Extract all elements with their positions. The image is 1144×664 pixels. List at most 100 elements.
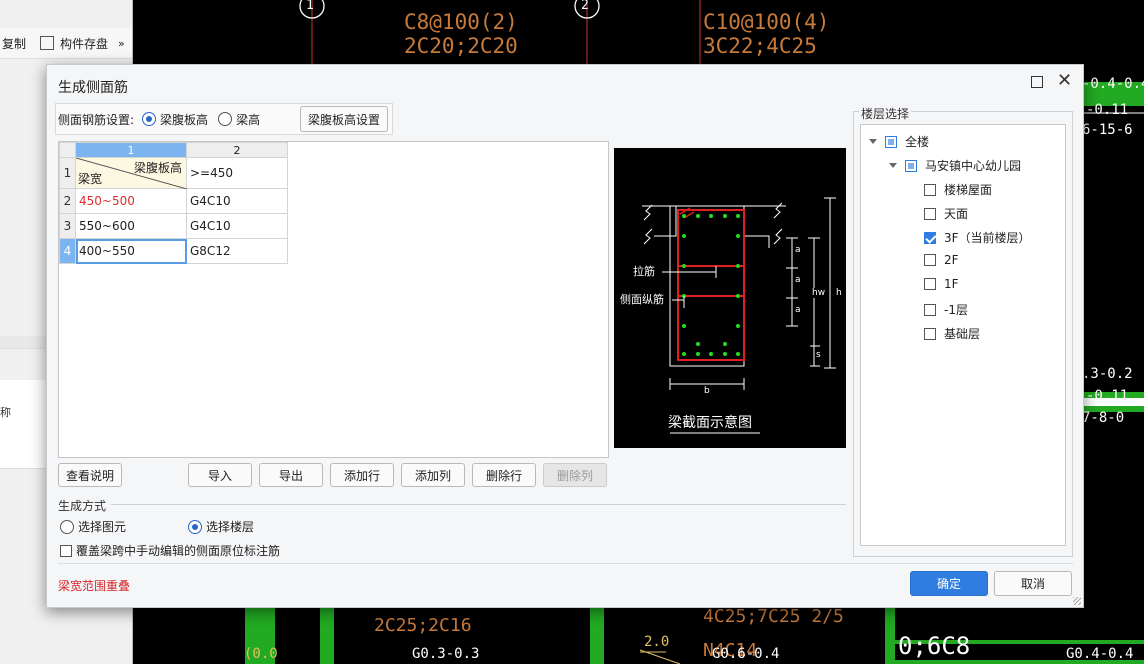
cad-label: G0.3-0.3 <box>412 646 480 662</box>
table-cell[interactable]: 550~600 <box>75 213 187 239</box>
divider <box>58 563 1073 564</box>
tree-node-label: 天面 <box>944 207 969 221</box>
table-cell[interactable]: G4C10 <box>186 213 288 239</box>
grid-corner <box>59 142 76 158</box>
tree-checkbox[interactable] <box>924 278 936 290</box>
table-cell[interactable]: 450~500 <box>75 188 187 214</box>
cad-label: (0.0 <box>244 646 278 662</box>
tree-checkbox[interactable] <box>924 207 936 220</box>
radio-web-height-label[interactable]: 梁腹板高 <box>160 111 208 128</box>
radio-web-height[interactable] <box>142 112 157 126</box>
override-checkbox[interactable] <box>60 544 72 557</box>
tree-checkbox[interactable] <box>924 254 936 266</box>
cad-rebar-label: 2C25;2C16 <box>374 615 472 636</box>
tree-node-label: -1层 <box>944 303 968 317</box>
dialog-title: 生成侧面筋 <box>58 80 128 96</box>
tree-node-floor[interactable]: -1层 <box>924 301 968 318</box>
side-rebar-dialog: 生成侧面筋 ✕ 侧面钢筋设置: 梁腹板高 梁高 梁腹板高设置 1 2 1 梁腹板… <box>46 64 1084 608</box>
cad-rebar-label: 2C20;2C20 <box>404 34 518 58</box>
cancel-button[interactable]: 取消 <box>994 571 1072 596</box>
expand-arrow-icon[interactable] <box>869 139 877 144</box>
tree-checkbox[interactable] <box>924 303 936 316</box>
override-checkbox-label[interactable]: 覆盖梁跨中手动编辑的侧面原位标注筋 <box>76 542 280 559</box>
axis-label: 1 <box>306 0 314 13</box>
tree-checkbox[interactable] <box>905 159 917 172</box>
radio-beam-height[interactable] <box>218 112 233 126</box>
generate-mode-options: 选择图元 选择楼层 <box>60 518 254 535</box>
side-toolbar: 复制 构件存盘 » <box>0 28 132 59</box>
setting-label: 侧面钢筋设置: <box>58 112 135 127</box>
copy-button[interactable]: 复制 <box>2 35 26 52</box>
axis-label: 2 <box>581 0 589 13</box>
table-cell[interactable]: >=450 <box>186 157 288 189</box>
tie-bar-label: 拉筋 <box>633 265 655 278</box>
dim-h-label: h <box>836 288 842 298</box>
cad-label: 0;6C8 <box>898 632 971 660</box>
tree-node-label: 楼梯屋面 <box>944 183 993 197</box>
tree-node-floor[interactable]: 3F（当前楼层） <box>924 229 1031 246</box>
beam-section-diagram: 拉筋 侧面纵筋 a a a hw h s b 梁截面示意图 <box>614 148 846 448</box>
export-button[interactable]: 导出 <box>259 463 323 487</box>
floor-select-legend: 楼层选择 <box>859 105 912 122</box>
component-store-button[interactable]: 构件存盘 <box>60 35 108 52</box>
tree-node-label: 1F <box>944 277 959 291</box>
dim-a-label: a <box>795 305 801 315</box>
row-header[interactable]: 2 <box>59 188 76 214</box>
add-column-button[interactable]: 添加列 <box>401 463 465 487</box>
expand-arrow-icon[interactable] <box>889 163 897 168</box>
web-height-settings-button[interactable]: 梁腹板高设置 <box>300 106 388 132</box>
tree-node-project[interactable]: 马安镇中心幼儿园 <box>889 157 1021 174</box>
col-header[interactable]: 1 <box>75 142 187 158</box>
cad-label: G0.6-0.4 <box>712 646 780 662</box>
tree-checkbox[interactable] <box>924 231 936 244</box>
tree-node-all[interactable]: 全楼 <box>869 133 929 150</box>
rebar-grid[interactable]: 1 2 1 梁腹板高 梁宽 >=450 2 450~500 G4C10 3 55… <box>58 141 609 458</box>
delete-row-button[interactable]: 删除行 <box>472 463 536 487</box>
tree-node-label: 基础层 <box>944 327 981 341</box>
radio-beam-height-label[interactable]: 梁高 <box>236 111 260 128</box>
cad-rebar-label: C8@100(2) <box>404 10 518 34</box>
row-header[interactable]: 4 <box>59 238 76 264</box>
table-cell-selected[interactable]: 400~550 <box>75 238 187 264</box>
tree-node-floor[interactable]: 天面 <box>924 205 968 222</box>
maximize-icon[interactable] <box>1031 76 1043 88</box>
cad-rebar-label: 3C22;4C25 <box>703 34 817 58</box>
delete-column-button[interactable]: 删除列 <box>543 463 607 487</box>
row-header[interactable]: 1 <box>59 157 76 189</box>
cad-rebar-label: 4C25;7C25 2/5 <box>703 606 844 627</box>
tree-checkbox[interactable] <box>924 327 936 340</box>
tree-node-floor[interactable]: 楼梯屋面 <box>924 181 992 198</box>
import-button[interactable]: 导入 <box>188 463 252 487</box>
tree-node-label: 全楼 <box>905 135 930 149</box>
web-height-header: 梁腹板高 <box>133 161 182 175</box>
view-help-button[interactable]: 查看说明 <box>58 463 122 487</box>
radio-select-element[interactable] <box>60 519 74 534</box>
tree-node-floor[interactable]: 基础层 <box>924 325 980 342</box>
cad-label: -0.11 <box>1086 388 1129 404</box>
resize-grip[interactable] <box>1073 597 1081 605</box>
cad-label: .3-0.2 <box>1082 366 1133 382</box>
store-icon <box>40 36 55 50</box>
row-header[interactable]: 3 <box>59 213 76 239</box>
cad-label: 6-15-6 <box>1082 122 1133 138</box>
cad-label: 2.0 <box>644 634 670 650</box>
tree-node-floor[interactable]: 1F <box>924 277 959 291</box>
ok-button[interactable]: 确定 <box>910 571 988 596</box>
tree-checkbox[interactable] <box>885 135 897 148</box>
add-row-button[interactable]: 添加行 <box>330 463 394 487</box>
setting-row: 侧面钢筋设置: 梁腹板高 梁高 <box>58 105 260 133</box>
tree-checkbox[interactable] <box>924 183 936 196</box>
close-icon[interactable]: ✕ <box>1057 71 1072 91</box>
override-option: 覆盖梁跨中手动编辑的侧面原位标注筋 <box>60 542 280 559</box>
col-header[interactable]: 2 <box>186 142 288 158</box>
radio-select-element-label[interactable]: 选择图元 <box>78 518 126 535</box>
toolbar-more-icon[interactable]: » <box>118 37 125 50</box>
table-cell[interactable]: G4C10 <box>186 188 288 214</box>
cad-label: 7-8-0 <box>1082 410 1125 426</box>
radio-select-floor-label[interactable]: 选择楼层 <box>206 518 254 535</box>
cad-rebar-label: C10@100(4) <box>703 10 830 34</box>
table-cell[interactable]: G8C12 <box>186 238 288 264</box>
dim-a-label: a <box>795 245 801 255</box>
radio-select-floor[interactable] <box>188 519 203 534</box>
tree-node-floor[interactable]: 2F <box>924 253 959 267</box>
